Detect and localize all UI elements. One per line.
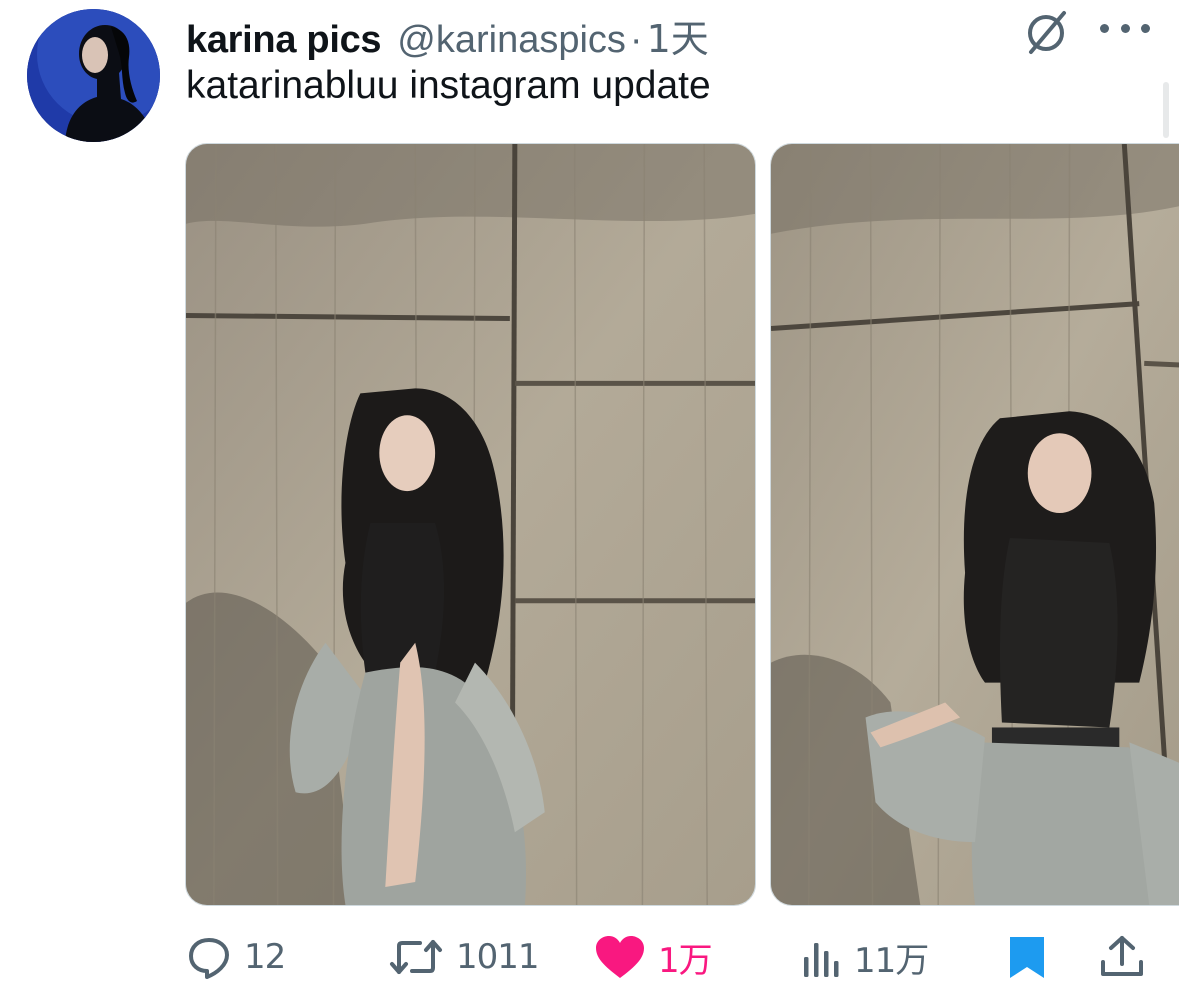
retweet-icon	[390, 940, 442, 974]
more-dot	[1100, 23, 1109, 33]
bookmark-icon	[1010, 937, 1044, 978]
like-button[interactable]: 1万	[594, 930, 713, 984]
tweet-text: katarinabluu instagram update	[186, 64, 711, 107]
media-photo-1[interactable]	[185, 143, 756, 906]
views-icon	[804, 943, 839, 977]
more-icon[interactable]	[1100, 16, 1150, 40]
avatar[interactable]	[27, 9, 160, 142]
timestamp[interactable]: 1天	[647, 8, 709, 63]
reply-icon	[189, 938, 229, 979]
more-dot	[1120, 23, 1130, 33]
retweet-count: 1011	[456, 937, 540, 977]
share-button[interactable]	[1098, 930, 1146, 984]
retweet-button[interactable]: 1011	[388, 930, 540, 984]
more-dot	[1141, 23, 1150, 33]
photo-image	[771, 144, 1179, 905]
reply-button[interactable]: 12	[186, 930, 286, 984]
photo-image	[186, 144, 755, 905]
tweet-header: karina pics @karinaspics · 1天	[186, 8, 709, 61]
like-count: 1万	[658, 940, 713, 981]
views-count: 11万	[854, 940, 929, 981]
share-icon	[1101, 936, 1143, 976]
grok-icon[interactable]	[1022, 8, 1074, 56]
tweet[interactable]: karina pics @karinaspics · 1天 katarinabl…	[0, 0, 1179, 1003]
separator: ·	[629, 19, 643, 61]
reply-count: 12	[244, 937, 286, 977]
heart-icon	[596, 936, 644, 978]
avatar-image	[27, 9, 160, 142]
bookmark-button[interactable]	[1006, 930, 1048, 984]
scrollbar[interactable]	[1163, 82, 1169, 138]
views-button[interactable]: 11万	[800, 930, 929, 984]
media-photo-2[interactable]	[770, 143, 1179, 906]
user-handle[interactable]: @karinaspics	[397, 19, 626, 62]
display-name[interactable]: karina pics	[186, 19, 382, 62]
